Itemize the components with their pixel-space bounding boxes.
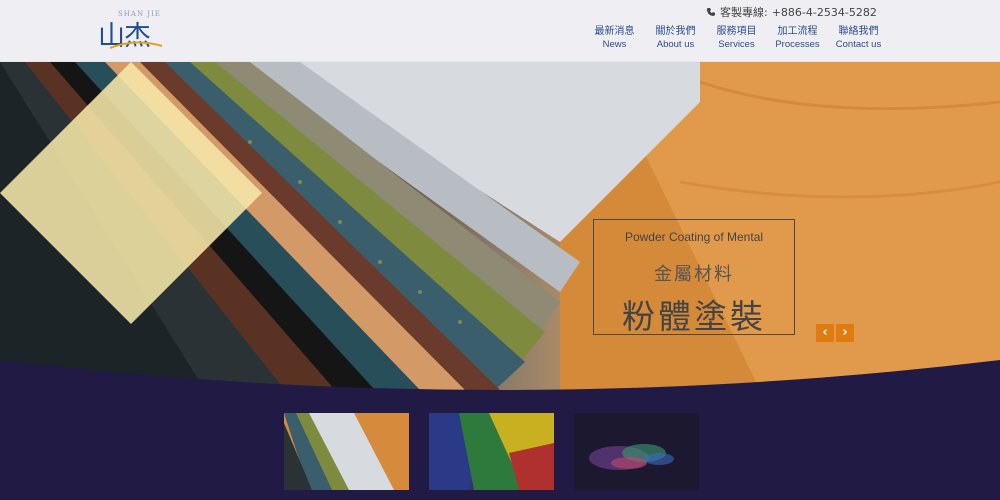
main-nav: 最新消息 News 關於我們 About us 服務項目 Services 加工… <box>584 25 889 51</box>
thumbnail-coating-samples[interactable] <box>284 413 409 490</box>
phone-label: 客製專線: <box>720 6 768 19</box>
caption-diamond <box>0 62 262 324</box>
nav-news-zh: 最新消息 <box>594 26 635 37</box>
nav-news-en: News <box>602 39 627 50</box>
phone-icon <box>707 8 715 16</box>
caption-english: Powder Coating of Mental <box>624 230 764 244</box>
nav-news[interactable]: 最新消息 News <box>584 25 645 51</box>
phone-number[interactable]: +886-4-2534-5282 <box>772 6 877 19</box>
thumbnail-colored-panels[interactable] <box>429 413 554 490</box>
hero-caption: Powder Coating of Mental 金屬材料 粉體塗裝 <box>593 219 795 336</box>
nav-about[interactable]: 關於我們 About us <box>645 25 706 51</box>
phone-contact: 客製專線: +886-4-2534-5282 <box>706 4 877 20</box>
prev-arrow-icon[interactable]: ‹ <box>816 324 834 342</box>
nav-processes-en: Processes <box>775 39 820 50</box>
nav-about-zh: 關於我們 <box>655 26 696 37</box>
logo-swoosh-icon <box>109 41 163 49</box>
caption-title: 粉體塗裝 <box>622 297 766 336</box>
nav-services-zh: 服務項目 <box>716 26 757 37</box>
nav-contact[interactable]: 聯絡我們 Contact us <box>828 25 889 51</box>
next-arrow-icon[interactable]: › <box>836 324 854 342</box>
nav-contact-zh: 聯絡我們 <box>838 26 879 37</box>
caption-subtitle: 金屬材料 <box>654 264 734 285</box>
nav-services-en: Services <box>718 39 755 50</box>
nav-contact-en: Contact us <box>835 39 882 50</box>
nav-about-en: About us <box>656 39 695 50</box>
nav-processes[interactable]: 加工流程 Processes <box>767 25 828 51</box>
thumbnail-powder-burst[interactable] <box>574 413 699 490</box>
thumbnail-strip <box>284 413 699 490</box>
slider-arrows: ‹ › <box>816 324 854 342</box>
nav-processes-zh: 加工流程 <box>777 26 818 37</box>
site-header: SHAN JIE 山杰 客製專線: +886-4-2534-5282 最新消息 … <box>0 0 1000 62</box>
nav-services[interactable]: 服務項目 Services <box>706 25 767 51</box>
